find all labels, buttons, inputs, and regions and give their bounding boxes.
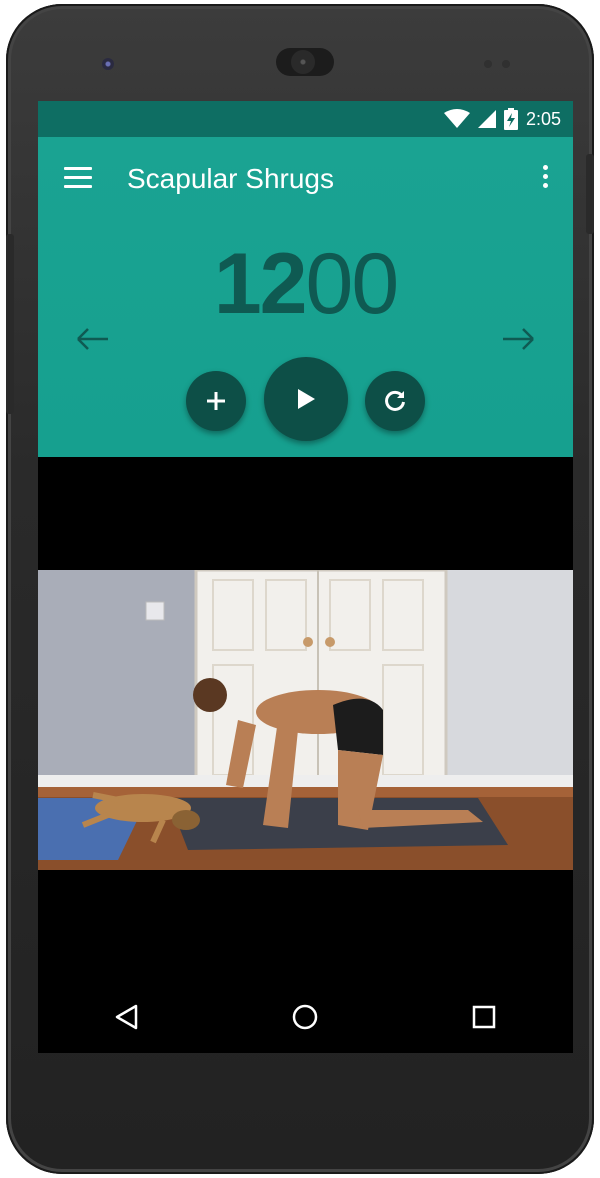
- wifi-icon: [443, 109, 470, 128]
- replay-button[interactable]: [365, 371, 425, 431]
- counter-light: 00: [305, 236, 400, 332]
- phone-frame: 2:05 Scapular Shrugs 1200: [6, 4, 594, 1174]
- signal-icon: [477, 110, 496, 128]
- earpiece-speaker: [276, 48, 334, 76]
- counter-bold: 12: [213, 236, 308, 332]
- page-title: Scapular Shrugs: [127, 163, 335, 194]
- add-button[interactable]: [186, 371, 246, 431]
- add-icon: [207, 392, 225, 410]
- play-button[interactable]: [264, 357, 348, 441]
- more-vert-icon[interactable]: [537, 165, 553, 193]
- recents-square-icon: [472, 1005, 496, 1029]
- arrow-forward-icon[interactable]: [501, 327, 535, 351]
- nav-bar: [38, 981, 573, 1053]
- replay-icon: [385, 390, 405, 411]
- screen: 2:05 Scapular Shrugs 1200: [38, 101, 573, 1053]
- battery-charging-icon: [503, 108, 518, 130]
- back-triangle-icon: [115, 1004, 138, 1030]
- light-sensor: [502, 60, 510, 68]
- nav-back-button[interactable]: [107, 997, 147, 1037]
- status-time: 2:05: [525, 108, 561, 129]
- app-bar: Scapular Shrugs 1200: [38, 137, 573, 457]
- exercise-video[interactable]: [38, 570, 573, 870]
- nav-home-button[interactable]: [285, 997, 325, 1037]
- menu-icon[interactable]: [64, 167, 94, 189]
- home-circle-icon: [293, 1004, 318, 1030]
- nav-recents-button[interactable]: [464, 997, 504, 1037]
- volume-button: [6, 234, 14, 414]
- status-bar: 2:05: [38, 101, 573, 137]
- arrow-back-icon[interactable]: [76, 327, 110, 351]
- power-button: [586, 154, 594, 234]
- proximity-sensor: [484, 60, 492, 68]
- rep-counter: 1200: [38, 237, 573, 331]
- play-icon: [298, 389, 315, 409]
- front-camera: [102, 58, 114, 70]
